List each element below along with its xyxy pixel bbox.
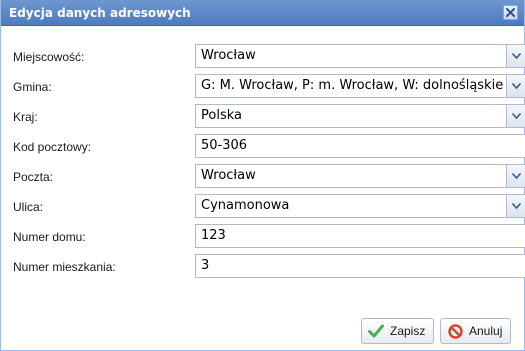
dropdown-trigger[interactable] xyxy=(506,165,525,187)
cancel-button-label: Anuluj xyxy=(469,324,503,338)
numer-mieszkania-input[interactable]: 3 xyxy=(195,254,525,278)
dropdown-trigger[interactable] xyxy=(506,195,525,217)
dropdown-trigger[interactable] xyxy=(506,75,525,97)
ulica-combo[interactable]: Cynamonowa xyxy=(195,194,525,218)
form-row-miejscowosc: Miejscowość: Wrocław xyxy=(13,44,525,68)
form-row-ulica: Ulica: Cynamonowa xyxy=(13,194,525,218)
field-value: Wrocław xyxy=(201,48,256,63)
close-icon xyxy=(506,6,515,20)
checkmark-icon xyxy=(368,323,384,339)
field-value: Cynamonowa xyxy=(201,198,290,213)
form-row-kraj: Kraj: Polska xyxy=(13,104,525,128)
field-label: Numer domu: xyxy=(13,230,86,244)
field-value: 3 xyxy=(201,258,210,273)
field-label: Miejscowość: xyxy=(13,50,85,64)
save-button[interactable]: Zapisz xyxy=(361,318,435,344)
cancel-icon xyxy=(447,323,463,339)
chevron-down-icon xyxy=(511,165,521,187)
gmina-combo[interactable]: G: M. Wrocław, P: m. Wrocław, W: dolnośl… xyxy=(195,74,525,98)
field-label: Poczta: xyxy=(13,170,54,184)
numer-domu-input[interactable]: 123 xyxy=(195,224,525,248)
save-button-label: Zapisz xyxy=(390,324,426,338)
dropdown-trigger[interactable] xyxy=(506,45,525,67)
field-label: Numer mieszkania: xyxy=(13,260,116,274)
field-label: Gmina: xyxy=(13,80,52,94)
kod-pocztowy-input[interactable]: 50-306 xyxy=(195,134,525,158)
close-button[interactable] xyxy=(503,5,518,20)
field-value: G: M. Wrocław, P: m. Wrocław, W: dolnośl… xyxy=(201,78,504,93)
form-row-numer-domu: Numer domu: 123 xyxy=(13,224,525,248)
field-label: Kraj: xyxy=(13,110,38,124)
field-value: 123 xyxy=(201,228,226,243)
chevron-down-icon xyxy=(511,195,521,217)
form-body: Miejscowość: Wrocław Gmina: G: M. Wrocła… xyxy=(13,44,525,304)
dialog-title: Edycja danych adresowych xyxy=(9,6,191,20)
dialog-footer: Zapisz Anuluj xyxy=(1,304,524,350)
dialog-titlebar[interactable]: Edycja danych adresowych xyxy=(1,0,524,26)
chevron-down-icon xyxy=(511,75,521,97)
field-value: Wrocław xyxy=(201,168,256,183)
form-row-gmina: Gmina: G: M. Wrocław, P: m. Wrocław, W: … xyxy=(13,74,525,98)
poczta-combo[interactable]: Wrocław xyxy=(195,164,525,188)
dropdown-trigger[interactable] xyxy=(506,105,525,127)
field-label: Ulica: xyxy=(13,200,44,214)
field-value: 50-306 xyxy=(201,138,248,153)
form-row-numer-mieszkania: Numer mieszkania: 3 xyxy=(13,254,525,278)
chevron-down-icon xyxy=(511,105,521,127)
kraj-combo[interactable]: Polska xyxy=(195,104,525,128)
address-edit-dialog: Edycja danych adresowych Miejscowość: Wr… xyxy=(0,0,525,351)
form-row-kod-pocztowy: Kod pocztowy: 50-306 xyxy=(13,134,525,158)
chevron-down-icon xyxy=(511,45,521,67)
cancel-button[interactable]: Anuluj xyxy=(440,318,512,344)
miejscowosc-combo[interactable]: Wrocław xyxy=(195,44,525,68)
field-label: Kod pocztowy: xyxy=(13,140,92,154)
form-row-poczta: Poczta: Wrocław xyxy=(13,164,525,188)
field-value: Polska xyxy=(201,108,242,123)
